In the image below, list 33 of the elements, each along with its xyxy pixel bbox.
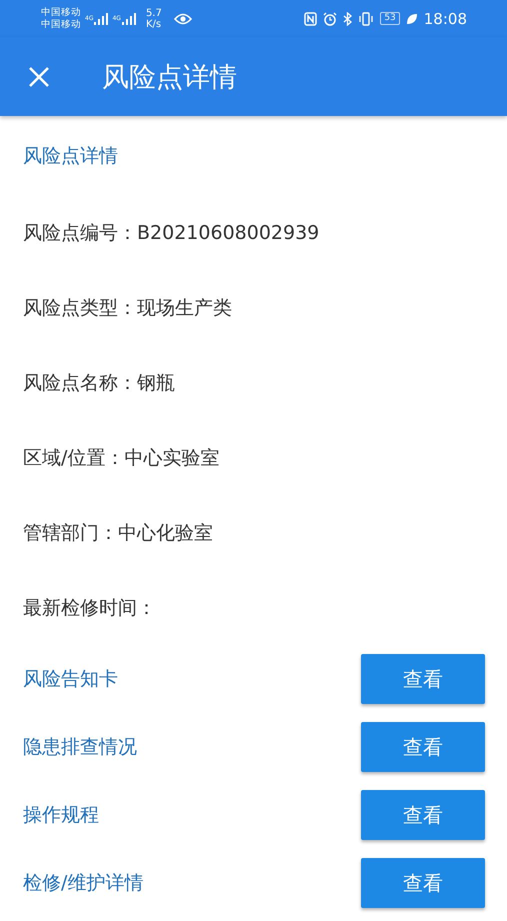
battery-level: 53 bbox=[380, 12, 400, 25]
field-label: 风险点编号： bbox=[23, 220, 137, 246]
field-value: B20210608002939 bbox=[137, 222, 320, 244]
section-title: 风险点详情 bbox=[23, 144, 119, 168]
nfc-icon bbox=[304, 12, 318, 26]
field-value: 中心化验室 bbox=[118, 520, 213, 546]
carrier-name: 中国移动 bbox=[41, 6, 81, 18]
field-label: 风险点名称： bbox=[23, 370, 137, 396]
eye-icon bbox=[174, 12, 192, 24]
field-label: 区域/位置： bbox=[23, 446, 124, 470]
close-icon bbox=[28, 66, 50, 88]
field-label: 最新检修时间： bbox=[23, 596, 156, 620]
view-button[interactable]: 查看 bbox=[361, 790, 485, 840]
view-button[interactable]: 查看 bbox=[361, 654, 485, 704]
field-value: 钢瓶 bbox=[137, 370, 175, 396]
carrier-name: 中国移动 bbox=[41, 18, 81, 30]
signal-icon bbox=[94, 12, 108, 24]
field-value: 现场生产类 bbox=[137, 296, 232, 320]
field-value: 中心实验室 bbox=[124, 446, 220, 470]
network-speed: K/s bbox=[146, 18, 162, 30]
leaf-icon bbox=[406, 12, 418, 24]
network-speed: 5.7 bbox=[146, 8, 162, 18]
field-label: 风险点类型： bbox=[23, 296, 137, 320]
field-label: 管辖部门： bbox=[23, 520, 118, 546]
signal-icon bbox=[122, 12, 136, 24]
view-button[interactable]: 查看 bbox=[361, 858, 485, 908]
close-button[interactable] bbox=[28, 66, 50, 88]
vibrate-icon bbox=[358, 12, 374, 26]
view-button[interactable]: 查看 bbox=[361, 722, 485, 772]
clock-time: 18:08 bbox=[424, 10, 467, 28]
bluetooth-icon bbox=[343, 12, 352, 26]
alarm-clock-icon bbox=[323, 12, 338, 26]
page-title: 风险点详情 bbox=[102, 60, 237, 94]
